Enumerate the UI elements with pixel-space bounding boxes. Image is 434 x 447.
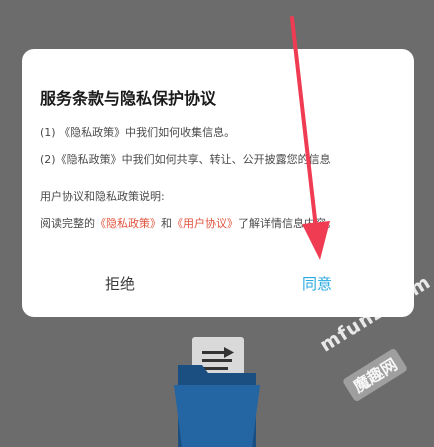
read-full-prefix: 阅读完整的 <box>40 217 95 230</box>
dialog-title: 服务条款与隐私保护协议 <box>40 89 217 108</box>
folder-document-icon <box>174 337 260 447</box>
agree-button[interactable]: 同意 <box>302 273 332 294</box>
privacy-policy-link[interactable]: 《隐私政策》 <box>95 217 161 230</box>
watermark-logo: 魔趣网 <box>343 349 407 401</box>
and-text: 和 <box>161 217 172 230</box>
policy-line-collect: (1) 《隐私政策》中我们如何收集信息。 <box>40 126 236 139</box>
policy-read-full-line: 阅读完整的《隐私政策》和《用户协议》了解详情信息内容。 <box>40 217 337 231</box>
privacy-agreement-dialog: 服务条款与隐私保护协议 (1) 《隐私政策》中我们如何收集信息。 (2)《隐私政… <box>22 49 414 317</box>
policy-line-share: (2)《隐私政策》中我们如何共享、转让、公开披露您的信息 <box>40 153 331 166</box>
policy-description-heading: 用户协议和隐私政策说明: <box>40 190 165 203</box>
read-full-suffix: 了解详情信息内容。 <box>238 217 337 230</box>
user-agreement-link[interactable]: 《用户协议》 <box>172 217 238 230</box>
reject-button[interactable]: 拒绝 <box>105 273 135 294</box>
